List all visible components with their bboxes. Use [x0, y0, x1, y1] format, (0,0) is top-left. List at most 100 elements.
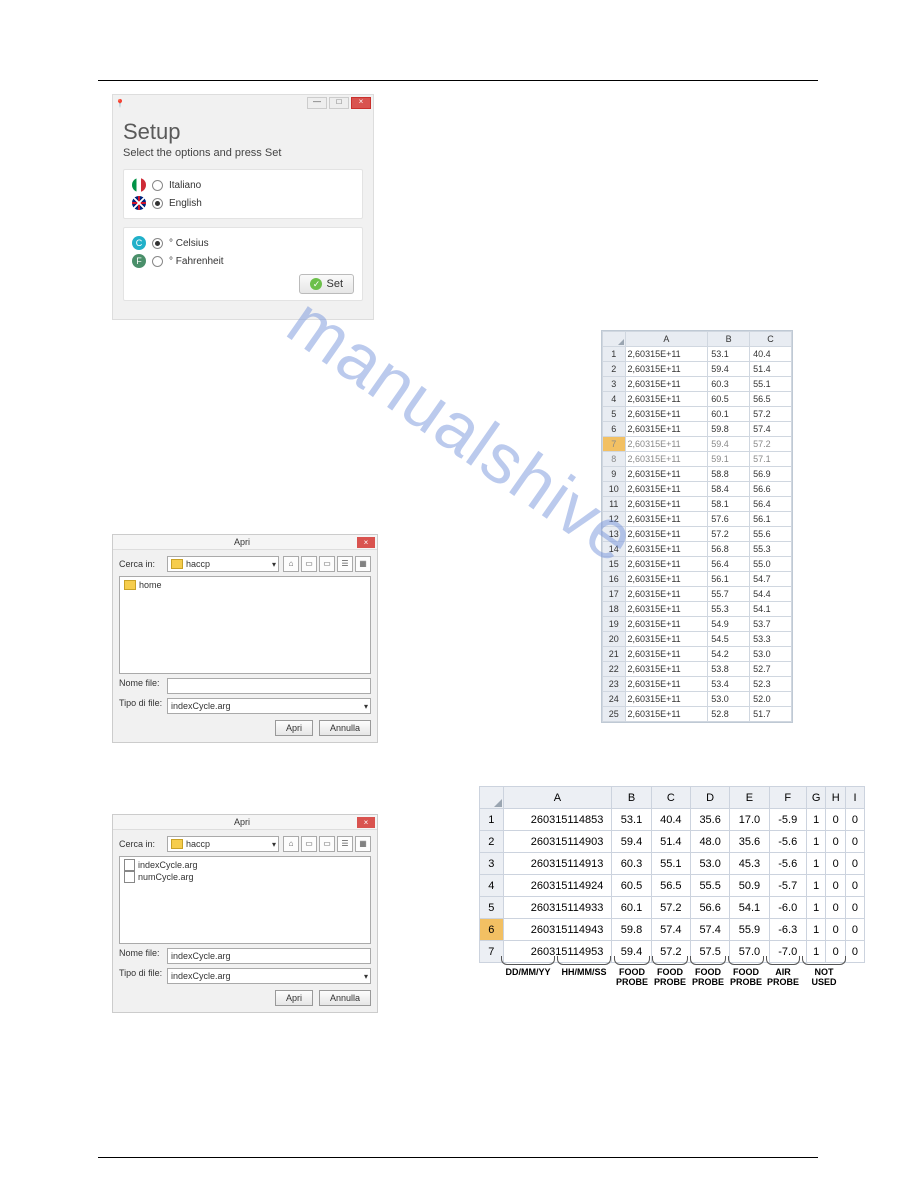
radio-fahrenheit[interactable]	[152, 256, 163, 267]
col-header[interactable]: E	[730, 787, 769, 809]
cell[interactable]: 2,60315E+11	[625, 677, 708, 692]
cell[interactable]: 260315114924	[503, 875, 612, 897]
row-header[interactable]: 7	[603, 437, 626, 452]
cell[interactable]: 40.4	[651, 809, 690, 831]
cell[interactable]: 35.6	[690, 809, 729, 831]
nome-input[interactable]	[167, 678, 371, 694]
col-header[interactable]: A	[503, 787, 612, 809]
cell[interactable]: 51.4	[750, 362, 792, 377]
maximize-button[interactable]: □	[329, 97, 349, 109]
cell[interactable]: 52.3	[750, 677, 792, 692]
cell[interactable]: 59.4	[612, 831, 651, 853]
col-header[interactable]: H	[826, 787, 845, 809]
list-item[interactable]: numCycle.arg	[124, 871, 366, 883]
details-icon[interactable]: ▦	[355, 556, 371, 572]
details-icon[interactable]: ▦	[355, 836, 371, 852]
cell[interactable]: 0	[826, 897, 845, 919]
cell[interactable]: 53.0	[708, 692, 750, 707]
cell[interactable]: 57.2	[750, 437, 792, 452]
row-header[interactable]: 6	[603, 422, 626, 437]
cell[interactable]: 55.3	[750, 542, 792, 557]
cell[interactable]: 260315114853	[503, 809, 612, 831]
cell[interactable]: 2,60315E+11	[625, 557, 708, 572]
cell[interactable]: 60.1	[612, 897, 651, 919]
cell[interactable]: 55.0	[750, 557, 792, 572]
row-header[interactable]: 21	[603, 647, 626, 662]
radio-celsius[interactable]	[152, 238, 163, 249]
cell[interactable]: 57.1	[750, 452, 792, 467]
file-list[interactable]: indexCycle.arg numCycle.arg	[119, 856, 371, 944]
cell[interactable]: 0	[845, 919, 864, 941]
row-header[interactable]: 23	[603, 677, 626, 692]
cell[interactable]: 56.9	[750, 467, 792, 482]
cell[interactable]: 0	[845, 809, 864, 831]
nome-input[interactable]: indexCycle.arg	[167, 948, 371, 964]
cell[interactable]: 55.6	[750, 527, 792, 542]
cell[interactable]: 0	[826, 853, 845, 875]
row-header[interactable]: 8	[603, 452, 626, 467]
cell[interactable]: 2,60315E+11	[625, 542, 708, 557]
cell[interactable]: 0	[826, 919, 845, 941]
cell[interactable]: 2,60315E+11	[625, 377, 708, 392]
cell[interactable]: 0	[845, 853, 864, 875]
row-header[interactable]: 11	[603, 497, 626, 512]
cell[interactable]: 57.2	[651, 897, 690, 919]
cell[interactable]: 54.5	[708, 632, 750, 647]
cell[interactable]: 58.4	[708, 482, 750, 497]
cell[interactable]: 0	[826, 809, 845, 831]
close-button[interactable]: ×	[357, 817, 375, 828]
cell[interactable]: 57.6	[708, 512, 750, 527]
select-all[interactable]	[480, 787, 504, 809]
cell[interactable]: 260315114943	[503, 919, 612, 941]
cell[interactable]: 53.0	[750, 647, 792, 662]
set-button[interactable]: ✓ Set	[299, 274, 354, 294]
cell[interactable]: 53.3	[750, 632, 792, 647]
cell[interactable]: 2,60315E+11	[625, 662, 708, 677]
cell[interactable]: 54.1	[750, 602, 792, 617]
cell[interactable]: 53.1	[612, 809, 651, 831]
close-button[interactable]: ×	[351, 97, 371, 109]
select-all[interactable]	[603, 332, 626, 347]
radio-italiano[interactable]	[152, 180, 163, 191]
row-header[interactable]: 15	[603, 557, 626, 572]
cell[interactable]: 35.6	[730, 831, 769, 853]
col-header[interactable]: A	[625, 332, 708, 347]
col-header[interactable]: I	[845, 787, 864, 809]
cell[interactable]: 52.7	[750, 662, 792, 677]
up-icon[interactable]: ⌂	[283, 556, 299, 572]
cell[interactable]: -5.9	[769, 809, 806, 831]
cell[interactable]: 58.8	[708, 467, 750, 482]
cell[interactable]: 2,60315E+11	[625, 647, 708, 662]
cell[interactable]: 56.6	[690, 897, 729, 919]
cell[interactable]: 0	[845, 875, 864, 897]
cell[interactable]: 55.3	[708, 602, 750, 617]
cell[interactable]: 2,60315E+11	[625, 422, 708, 437]
row-header[interactable]: 16	[603, 572, 626, 587]
row-header[interactable]: 5	[480, 897, 504, 919]
row-header[interactable]: 6	[480, 919, 504, 941]
row-header[interactable]: 19	[603, 617, 626, 632]
cell[interactable]: 60.3	[708, 377, 750, 392]
row-header[interactable]: 12	[603, 512, 626, 527]
row-header[interactable]: 2	[480, 831, 504, 853]
list-icon[interactable]: ☰	[337, 556, 353, 572]
cell[interactable]: 0	[845, 897, 864, 919]
cell[interactable]: 60.1	[708, 407, 750, 422]
new-folder-icon[interactable]: ▭	[319, 836, 335, 852]
col-header[interactable]: B	[612, 787, 651, 809]
apri-button[interactable]: Apri	[275, 990, 313, 1006]
cell[interactable]: 1	[806, 875, 826, 897]
cell[interactable]: 60.5	[612, 875, 651, 897]
cell[interactable]: 60.3	[612, 853, 651, 875]
radio-english[interactable]	[152, 198, 163, 209]
cell[interactable]: 59.8	[612, 919, 651, 941]
cell[interactable]: 2,60315E+11	[625, 512, 708, 527]
cell[interactable]: 56.4	[708, 557, 750, 572]
col-header[interactable]: C	[651, 787, 690, 809]
cell[interactable]: 53.7	[750, 617, 792, 632]
cell[interactable]: 2,60315E+11	[625, 617, 708, 632]
cell[interactable]: 55.5	[690, 875, 729, 897]
cell[interactable]: 56.5	[750, 392, 792, 407]
row-header[interactable]: 24	[603, 692, 626, 707]
cell[interactable]: 2,60315E+11	[625, 587, 708, 602]
